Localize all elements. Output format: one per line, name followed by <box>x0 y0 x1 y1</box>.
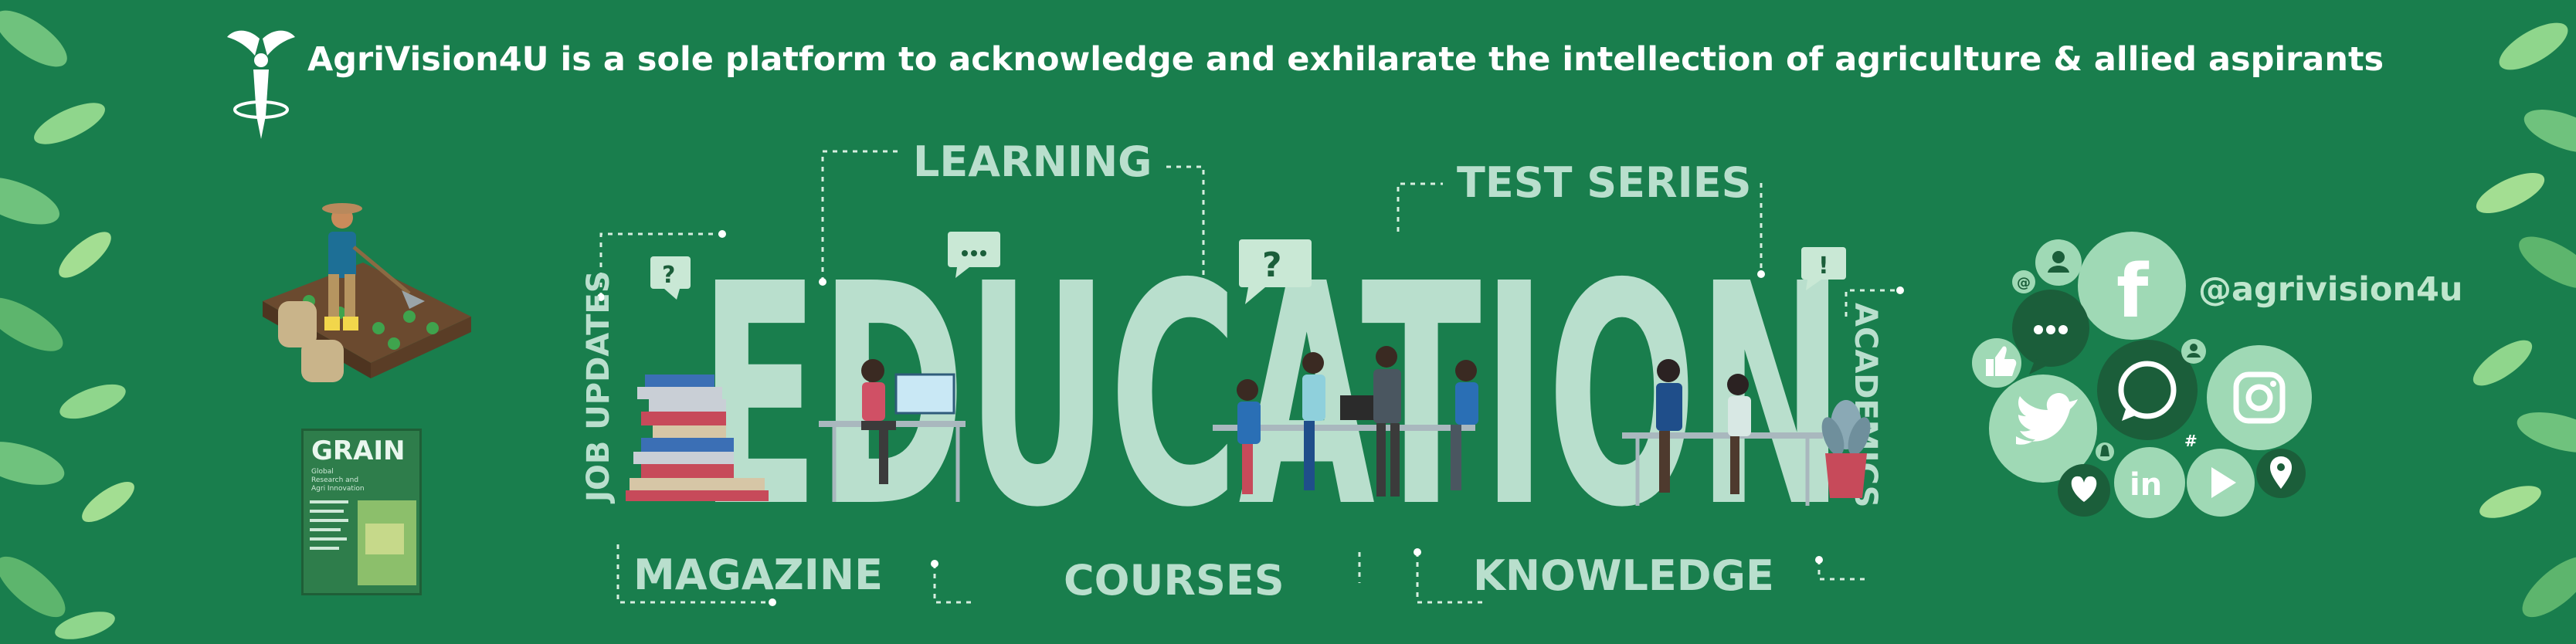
instagram-icon[interactable] <box>2207 345 2312 450</box>
office-workers-illustration <box>819 346 1823 506</box>
category-test-series[interactable]: TEST SERIES <box>1457 158 1751 207</box>
svg-text:!: ! <box>1818 253 1829 280</box>
category-learning[interactable]: LEARNING <box>913 137 1152 186</box>
svg-text:#: # <box>2184 432 2198 450</box>
svg-text:in: in <box>2130 467 2162 503</box>
svg-text:@: @ <box>2017 275 2031 291</box>
left-leaves-decoration <box>0 10 134 639</box>
social-handle[interactable]: @agrivision4u <box>2198 270 2463 309</box>
potted-plant-illustration <box>1821 400 1871 498</box>
category-knowledge[interactable]: KNOWLEDGE <box>1473 551 1774 600</box>
farmer-illustration <box>263 203 471 382</box>
category-courses[interactable]: COURSES <box>1064 556 1285 605</box>
svg-text:f: f <box>2116 249 2150 334</box>
magazine-cover[interactable]: GRAIN Global Research and Agri Innovatio… <box>301 429 422 595</box>
agrivision-logo <box>227 30 295 139</box>
tagline: AgriVision4U is a sole platform to ackno… <box>307 40 2384 79</box>
book-stack-illustration <box>626 375 769 501</box>
banner: { "tagline": "AgriVision4U is a sole pla… <box>0 0 2576 644</box>
category-job-updates[interactable]: JOB UPDATES <box>581 270 616 502</box>
right-leaves-decoration <box>2472 22 2576 618</box>
ellipsis-bubble-icon <box>948 232 1000 278</box>
exclamation-bubble-icon: ! <box>1801 247 1846 290</box>
category-magazine[interactable]: MAGAZINE <box>633 551 883 599</box>
magazine-cover-art <box>310 500 416 585</box>
question-bubble-icon: ? <box>650 256 691 300</box>
svg-text:?: ? <box>1262 246 1282 285</box>
question-bubble-large-icon: ? <box>1239 239 1312 304</box>
magazine-title: GRAIN <box>311 436 406 466</box>
svg-text:?: ? <box>662 262 675 289</box>
